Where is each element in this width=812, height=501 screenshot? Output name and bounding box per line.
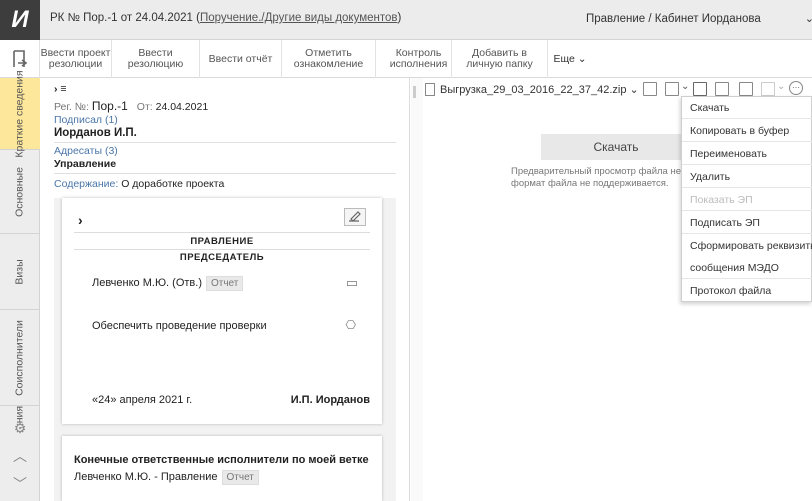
content-line: Содержание: О доработке проекта (54, 178, 225, 190)
file-actions-menu: Скачать Копировать в буфер Переименовать… (681, 96, 812, 302)
user-context-label: Правление / Кабинет Иорданова (586, 13, 761, 25)
panel-splitter[interactable] (411, 78, 423, 501)
task-text: Обеспечить проведение проверки (92, 320, 267, 332)
executor-row: Левченко М.Ю. (Отв.) Отчет (92, 276, 244, 291)
tab-brief-info[interactable]: Краткие сведения (0, 70, 40, 157)
signed-label[interactable]: Подписал (1) (54, 114, 118, 126)
more-options-icon[interactable]: ··· (789, 81, 803, 95)
tab-co-executors[interactable]: Соисполнители (0, 310, 40, 406)
registration-line: Рег. №: Пор.-1 От: 24.04.2021 (54, 99, 209, 113)
final-executor-row: Левченко М.Ю. - Правление Отчет (74, 470, 259, 485)
execution-control-button[interactable]: Контроль исполнения (386, 40, 452, 78)
sign-file-icon (761, 82, 775, 96)
export-icon[interactable] (715, 82, 729, 96)
title-prefix: РК № Пор.-1 от 24.04.2021 ( (50, 12, 200, 24)
menu-item-form-requisites[interactable]: Сформировать реквизиты (682, 235, 812, 257)
file-selector[interactable]: Выгрузка_29_03_2016_22_37_42.zip ⌄ (425, 80, 639, 98)
enter-report-button[interactable]: Ввести отчёт (200, 40, 282, 78)
title-bar: И РК № Пор.-1 от 24.04.2021 (Поручение./… (0, 0, 812, 40)
vertical-nav: Краткие сведения Основные Визы Соисполни… (0, 70, 40, 501)
addressee-name: Управление (54, 158, 117, 170)
app-logo: И (0, 0, 40, 40)
signer-name: Иорданов И.П. (54, 127, 137, 139)
more-button[interactable]: Еще ⌄ (548, 40, 592, 78)
expand-icon[interactable]: › (78, 212, 83, 228)
menu-item-show-signature: Показать ЭП (682, 189, 812, 211)
menu-item-download[interactable]: Скачать (682, 97, 812, 119)
edit-icon[interactable] (344, 208, 366, 226)
attach-file-icon[interactable] (665, 82, 679, 96)
attachment-icon[interactable]: ⎔ (346, 318, 356, 332)
title-suffix: ) (397, 12, 402, 24)
document-summary-panel: › ≡ Рег. №: Пор.-1 От: 24.04.2021 Подпис… (40, 78, 410, 501)
divider (54, 173, 396, 174)
chevron-down-icon[interactable]: ⌄ (681, 81, 689, 92)
file-name: Выгрузка_29_03_2016_22_37_42.zip ⌄ (440, 83, 639, 96)
mark-acquaintance-button[interactable]: Отметить ознакомление (282, 40, 376, 78)
menu-item-copy-to-buffer[interactable]: Копировать в буфер (682, 120, 812, 142)
resolution-date: «24» апреля 2021 г. (92, 394, 193, 406)
file-icon (425, 82, 435, 96)
chevron-up-icon[interactable]: ︿ (0, 446, 40, 466)
document-title: РК № Пор.-1 от 24.04.2021 (Поручение./Др… (50, 12, 401, 24)
enter-draft-resolution-button[interactable]: Ввести проект резолюции (40, 40, 112, 78)
divider (74, 232, 370, 233)
signature-name: И.П. Иорданов (290, 394, 370, 406)
add-to-personal-folder-button[interactable]: Добавить в личную папку (452, 40, 548, 78)
chevron-down-icon: ⌄ (777, 81, 786, 92)
fullscreen-icon[interactable] (739, 82, 753, 96)
report-badge[interactable]: Отчет (205, 276, 244, 291)
final-executors-heading: Конечные ответственные исполнители по мо… (74, 454, 369, 466)
menu-item-sign[interactable]: Подписать ЭП (682, 212, 812, 234)
addressees-label[interactable]: Адресаты (3) (54, 145, 118, 157)
org-heading: ПРАВЛЕНИЕ (190, 236, 254, 247)
menu-item-medo-messages[interactable]: сообщения МЭДО (682, 257, 812, 279)
tab-visas[interactable]: Визы (0, 234, 40, 310)
gear-icon[interactable]: ⚙ (0, 420, 40, 437)
divider (54, 142, 396, 143)
toolbar: Ввести проект резолюции Ввести резолюцию В… (0, 40, 812, 78)
report-badge[interactable]: Отчет (221, 470, 259, 485)
menu-item-delete[interactable]: Удалить (682, 166, 812, 188)
menu-item-file-protocol[interactable]: Протокол файла (682, 280, 812, 302)
chevron-down-icon: ⌄ (804, 13, 812, 25)
user-context-selector[interactable]: Правление / Кабинет Иорданова ⌄ (586, 12, 812, 25)
comment-icon[interactable]: ▭ (346, 275, 358, 291)
role-heading: ПРЕДСЕДАТЕЛЬ (179, 252, 265, 263)
enter-resolution-button[interactable]: Ввести резолюцию (112, 40, 200, 78)
resolution-card: › ПРАВЛЕНИЕ ПРЕДСЕДАТЕЛЬ Левченко М.Ю. (… (62, 198, 382, 424)
final-executors-card: Конечные ответственные исполнители по мо… (62, 436, 382, 501)
divider (74, 249, 370, 250)
panel-toggle[interactable]: › ≡ (54, 83, 67, 95)
tab-main[interactable]: Основные (0, 150, 40, 234)
scan-icon[interactable] (643, 82, 657, 96)
download-button[interactable]: Скачать (541, 134, 691, 160)
edit-file-icon[interactable] (693, 82, 707, 96)
document-type-link[interactable]: Поручение./Другие виды документов (200, 12, 398, 24)
menu-item-rename[interactable]: Переименовать (682, 143, 812, 165)
chevron-down-icon[interactable]: ﹀ (0, 474, 40, 494)
preview-unavailable-note: Предварительный просмотр файла нев форма… (511, 166, 687, 189)
